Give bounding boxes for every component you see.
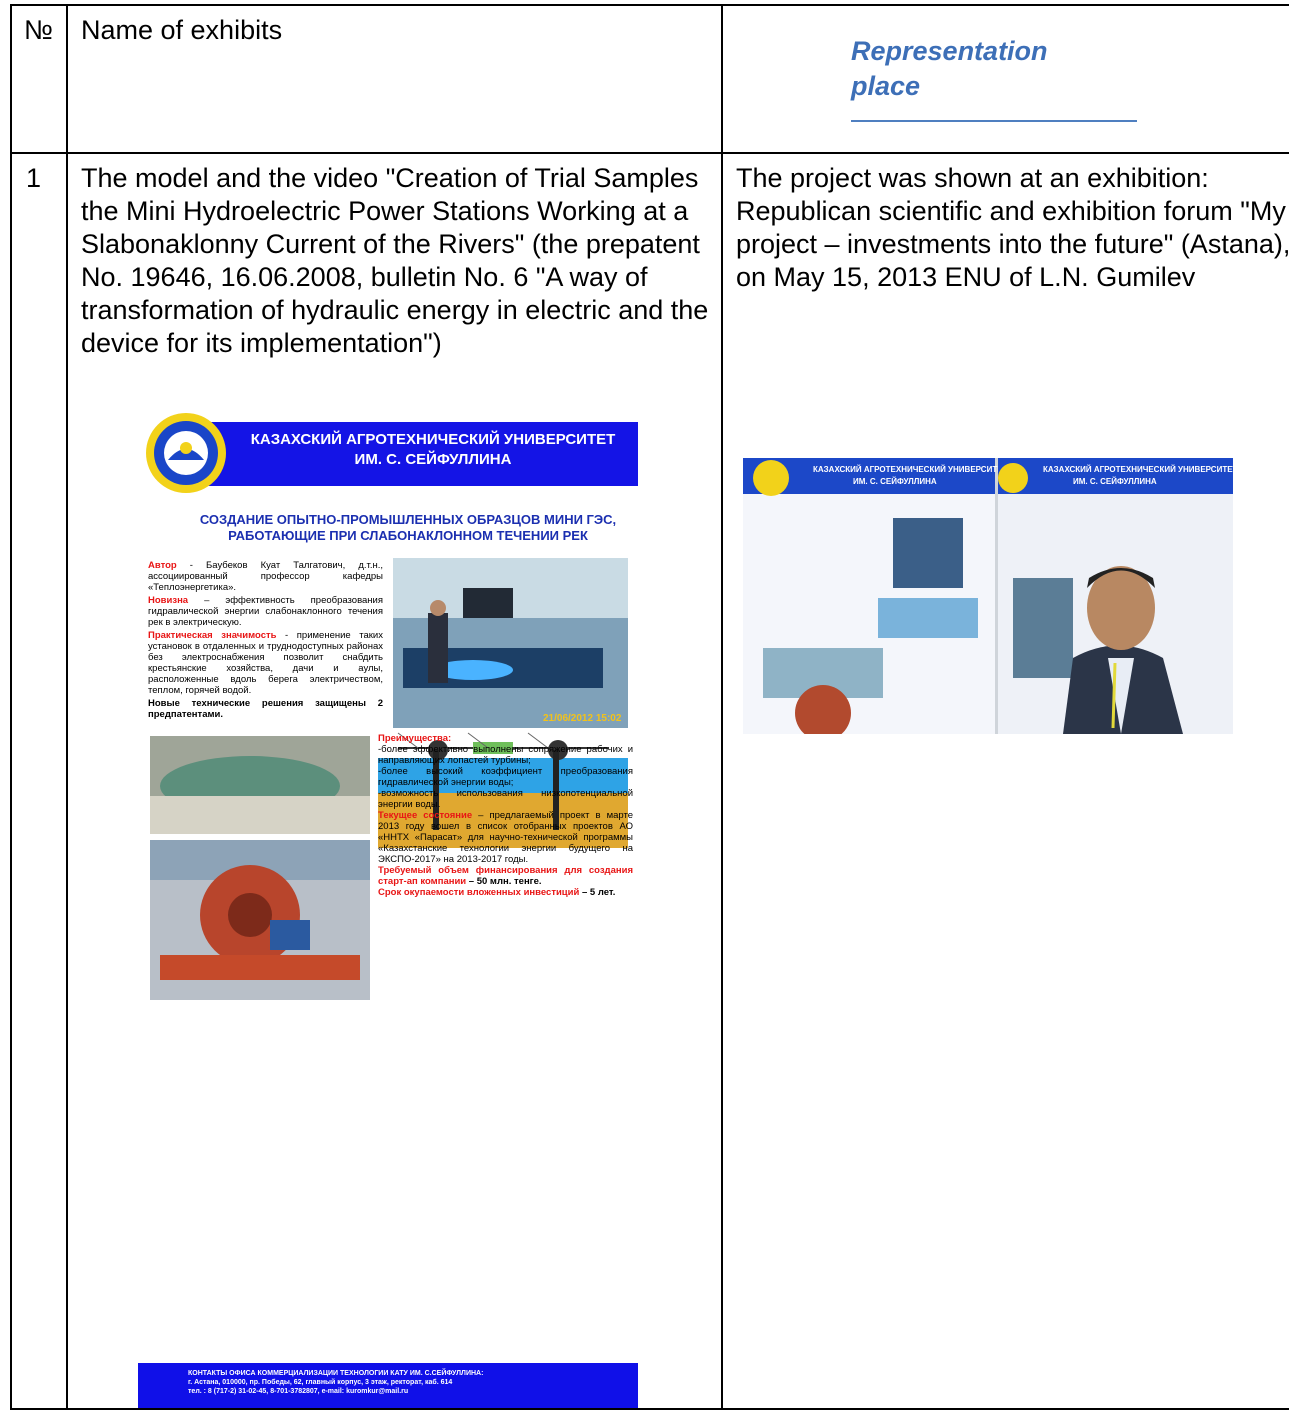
advantage-2: -более высокий коэффициент преобразовани… (378, 766, 633, 788)
turbine-wheel-photo (150, 840, 370, 1000)
novelty-label: Новизна (148, 595, 189, 606)
board1-university: КАЗАХСКИЙ АГРОТЕХНИЧЕСКИЙ УНИВЕРСИТЕТ (813, 465, 1008, 474)
row-place-text: The project was shown at an exhibition: … (736, 163, 1289, 292)
header-place-cell: Representation place (721, 4, 1289, 154)
board2-university-line2: ИМ. С. СЕЙФУЛЛИНА (1073, 477, 1157, 486)
advantage-1: -более эффективно выполнены сопряжение р… (378, 744, 633, 766)
university-seal-icon (146, 413, 226, 493)
exhibition-photo: КАЗАХСКИЙ АГРОТЕХНИЧЕСКИЙ УНИВЕРСИТЕТ ИМ… (743, 458, 1233, 734)
header-number-cell: № (10, 4, 68, 154)
poster-header: КАЗАХСКИЙ АГРОТЕХНИЧЕСКИЙ УНИВЕРСИТЕТ ИМ… (138, 408, 638, 498)
header-place-line2: place (851, 71, 921, 101)
footer-line2: г. Астана, 010000, пр. Победы, 62, главн… (188, 1379, 453, 1386)
row-number-cell: 1 (10, 152, 68, 1410)
row-name-text: The model and the video "Creation of Tri… (81, 163, 709, 358)
header-place: Representation place (851, 34, 1137, 122)
poster-university-line1: КАЗАХСКИЙ АГРОТЕХНИЧЕСКИЙ УНИВЕРСИТЕТ (250, 431, 616, 448)
poster-footer: КОНТАКТЫ ОФИСА КОММЕРЦИАЛИЗАЦИИ ТЕХНОЛОГ… (138, 1363, 638, 1408)
advantage-3: -возможность использования низкопотенциа… (378, 788, 633, 810)
author-text: - Баубеков Куат Талгатович, д.т.н., ассо… (148, 560, 383, 593)
exhibition-stand-photo: 21/06/2012 15:02 (393, 558, 628, 728)
photo-timestamp: 21/06/2012 15:02 (543, 713, 622, 724)
payback-label: Срок окупаемости вложенных инвестиций (378, 887, 580, 898)
practical-label: Практическая значимость (148, 630, 277, 641)
footer-line3: тел. : 8 (717-2) 31-02-45, 8-701-3782807… (188, 1388, 409, 1395)
poster-title-line2: РАБОТАЮЩИЕ ПРИ СЛАБОНАКЛОННОМ ТЕЧЕНИИ РЕ… (228, 528, 588, 543)
row-place-cell: The project was shown at an exhibition: … (721, 152, 1289, 1410)
board2-university: КАЗАХСКИЙ АГРОТЕХНИЧЕСКИЙ УНИВЕРСИТЕТ (1043, 465, 1233, 474)
row-name-cell: The model and the video "Creation of Tri… (66, 152, 723, 1410)
footer-line1: КОНТАКТЫ ОФИСА КОММЕРЦИАЛИЗАЦИИ ТЕХНОЛОГ… (188, 1370, 484, 1377)
header-place-line1: Representation (851, 36, 1048, 66)
poster-university: КАЗАХСКИЙ АГРОТЕХНИЧЕСКИЙ УНИВЕРСИТЕТ ИМ… (238, 430, 628, 470)
water-pool-photo (150, 736, 370, 834)
header-name: Name of exhibits (81, 15, 283, 45)
advantages-label: Преимущества: (378, 733, 452, 744)
poster-description: Автор - Баубеков Куат Талгатович, д.т.н.… (148, 560, 383, 720)
poster-university-line2: ИМ. С. СЕЙФУЛЛИНА (354, 451, 512, 468)
poster-title: СОЗДАНИЕ ОПЫТНО-ПРОМЫШЛЕННЫХ ОБРАЗЦОВ МИ… (178, 512, 638, 544)
status-label: Текущее состояние (378, 810, 473, 821)
patents-text: Новые технические решения защищены 2 пре… (148, 698, 383, 720)
project-poster: КАЗАХСКИЙ АГРОТЕХНИЧЕСКИЙ УНИВЕРСИТЕТ ИМ… (138, 408, 638, 1408)
header-name-cell: Name of exhibits (66, 4, 723, 154)
payback-value: – 5 лет. (579, 887, 616, 898)
poster-advantages: Преимущества: -более эффективно выполнен… (378, 733, 633, 898)
poster-title-line1: СОЗДАНИЕ ОПЫТНО-ПРОМЫШЛЕННЫХ ОБРАЗЦОВ МИ… (199, 512, 617, 527)
row-number: 1 (26, 163, 42, 193)
header-number: № (24, 15, 53, 45)
table-header-row: № Name of exhibits Representation place (10, 4, 1289, 154)
author-label: Автор (148, 560, 177, 571)
board2-seal-icon (998, 463, 1028, 493)
board1-university-line2: ИМ. С. СЕЙФУЛЛИНА (853, 477, 937, 486)
board1-seal-icon (753, 460, 789, 496)
table-row: 1 The model and the video "Creation of T… (10, 152, 1289, 1410)
funding-value: – 50 млн. тенге. (466, 876, 542, 887)
